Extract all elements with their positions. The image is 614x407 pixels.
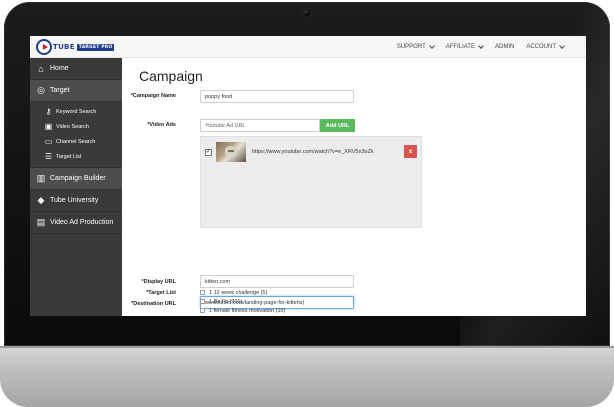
app-screen: TUBE TARGET PRO SUPPORT AFFILIATE ADMIN A… [30, 36, 586, 316]
sidebar-subitem-keyword-search[interactable]: ⚷ Keyword Search [30, 104, 122, 119]
display-url-input[interactable]: kitten.com [200, 275, 354, 288]
target-checkbox[interactable] [200, 290, 205, 295]
sidebar-subitem-video-search[interactable]: ▣ Video Search [30, 119, 122, 134]
sidebar-item-tube-university[interactable]: ◆ Tube University [30, 190, 122, 212]
video-ad-item: ✓ https://www.youtube.com/watch?v=e_XRV5… [205, 141, 417, 163]
sidebar-subitem-label: Keyword Search [56, 108, 97, 115]
target-list-item-label: 1 Be Fit (901) [209, 298, 243, 305]
video-camera-icon: ▣ [44, 122, 53, 131]
device-frame: TUBE TARGET PRO SUPPORT AFFILIATE ADMIN A… [0, 0, 614, 407]
webcam-icon [302, 8, 311, 17]
sidebar-item-campaign-builder[interactable]: ▥ Campaign Builder [30, 168, 122, 190]
chevron-down-icon [428, 42, 435, 49]
chevron-down-icon [478, 42, 484, 49]
sidebar-item-video-ad-production[interactable]: ▤ Video Ad Production [30, 212, 122, 234]
chart-icon: ▥ [36, 173, 46, 183]
chevron-down-icon [559, 42, 565, 49]
home-icon: ⌂ [38, 63, 44, 74]
target-icon: ◎ [37, 85, 45, 95]
sidebar-item-label: Campaign Builder [50, 175, 106, 182]
video-ads-label: *Video Ads [147, 122, 176, 128]
target-list: 1 12 week challenge (5) 1 Be Fit (901) 1… [200, 288, 285, 315]
nav-admin[interactable]: ADMIN [495, 44, 514, 50]
ad-select-checkbox[interactable]: ✓ [205, 148, 212, 156]
target-list-item-label: 1 12 week challenge (5) [209, 289, 268, 296]
list-icon: ☰ [44, 152, 53, 161]
destination-url-label: *Destination URL [131, 301, 176, 307]
play-logo-icon [36, 39, 52, 55]
top-nav: SUPPORT AFFILIATE ADMIN ACCOUNT [397, 36, 565, 58]
add-url-button[interactable]: Add URL [320, 119, 355, 132]
campaign-name-label: *Campaign Name [130, 93, 176, 99]
sidebar-subitem-target-list[interactable]: ☰ Target List [30, 149, 122, 164]
film-icon: ▤ [36, 217, 46, 227]
sidebar-item-label: Home [50, 65, 69, 72]
monitor-chin [0, 346, 614, 407]
target-checkbox[interactable] [200, 308, 205, 313]
main-content: Campaign *Campaign Name puppy food *Vide… [122, 58, 586, 316]
target-list-item[interactable]: 1 Be Fit (901) [200, 297, 285, 306]
video-ads-panel: ✓ https://www.youtube.com/watch?v=e_XRV5… [200, 136, 422, 228]
target-list-item[interactable]: 1 12 week challenge (5) [200, 288, 285, 297]
target-list-item-label: 1 female fitness motivation (10) [209, 307, 286, 314]
top-bar: TUBE TARGET PRO SUPPORT AFFILIATE ADMIN A… [30, 36, 586, 58]
logo-text: TUBE TARGET PRO [53, 43, 115, 51]
target-submenu: ⚷ Keyword Search ▣ Video Search ▭ Channe… [30, 102, 122, 168]
sidebar-item-label: Tube University [50, 197, 99, 204]
logo[interactable]: TUBE TARGET PRO [36, 38, 115, 56]
video-thumbnail [216, 142, 246, 162]
chin-divider [0, 346, 614, 348]
remove-ad-button[interactable]: x [404, 145, 417, 158]
sidebar-item-home[interactable]: ⌂ Home [30, 58, 122, 80]
sidebar-subitem-channel-search[interactable]: ▭ Channel Search [30, 134, 122, 149]
page-title: Campaign [139, 68, 203, 84]
graduation-cap-icon: ◆ [37, 195, 45, 205]
nav-support[interactable]: SUPPORT [397, 42, 435, 50]
campaign-name-input[interactable]: puppy food [200, 90, 354, 103]
display-url-label: *Display URL [141, 279, 176, 285]
key-icon: ⚷ [45, 107, 52, 116]
sidebar-item-label: Target [50, 87, 70, 94]
sidebar-item-target[interactable]: ◎ Target [30, 80, 122, 102]
sidebar: ⌂ Home ◎ Target ⚷ Keyword Search ▣ Video… [30, 58, 122, 316]
nav-affiliate[interactable]: AFFILIATE [446, 42, 484, 50]
sidebar-subitem-label: Video Search [56, 123, 89, 130]
sidebar-subitem-label: Target List [56, 153, 82, 160]
nav-account[interactable]: ACCOUNT [526, 42, 565, 50]
target-list-item[interactable]: 1 female fitness motivation (10) [200, 306, 285, 315]
video-ad-url: https://www.youtube.com/watch?v=e_XRV5n3… [252, 149, 374, 155]
sidebar-item-label: Video Ad Production [50, 219, 114, 226]
logo-subtext: TARGET PRO [76, 43, 115, 51]
youtube-ad-url-input[interactable]: Youtube Ad URL [200, 119, 320, 132]
target-checkbox[interactable] [200, 299, 205, 304]
sidebar-subitem-label: Channel Search [56, 138, 96, 145]
tv-icon: ▭ [44, 137, 53, 146]
